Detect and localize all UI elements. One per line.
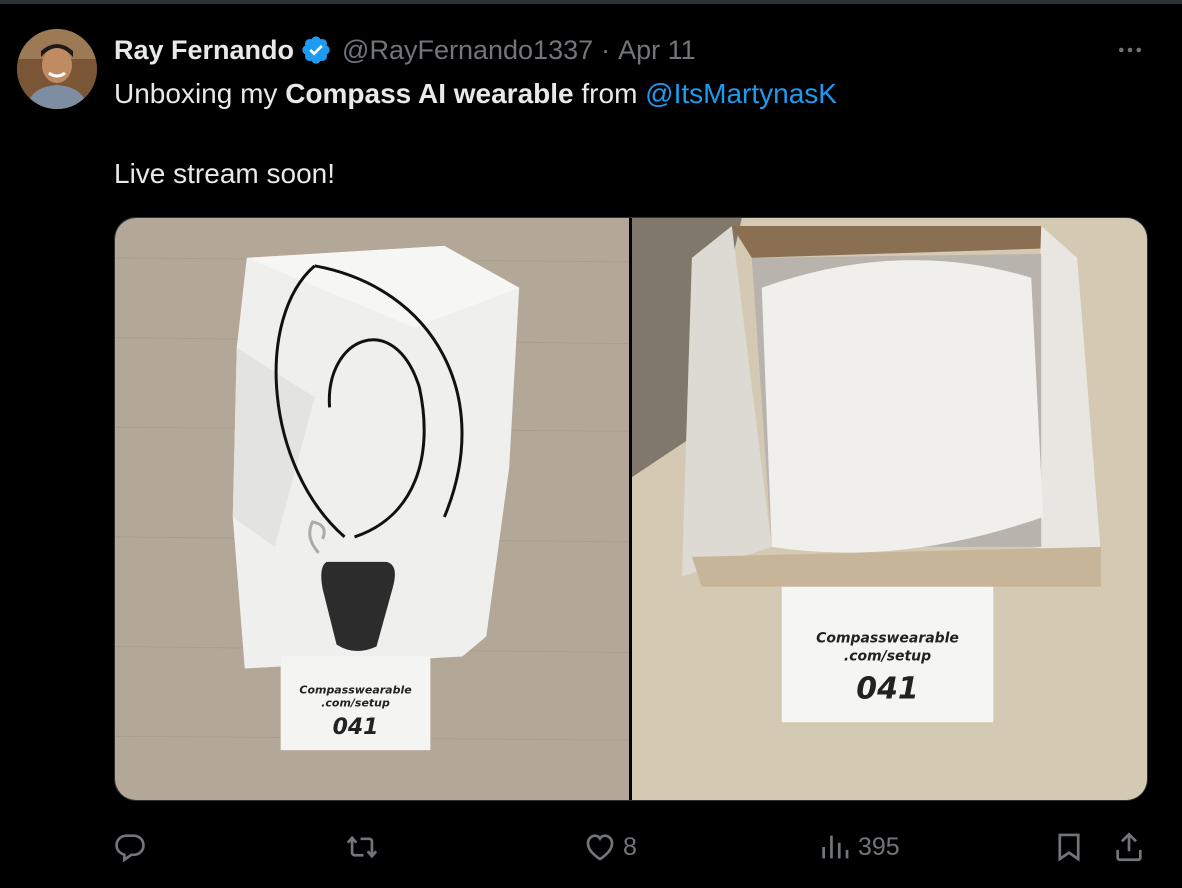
like-count: 8 <box>623 832 637 861</box>
card-line-2: .com/setup <box>844 648 931 664</box>
share-button[interactable] <box>1112 822 1146 872</box>
top-divider <box>0 0 1182 4</box>
avatar-image <box>17 29 97 109</box>
mention-link[interactable]: @ItsMartynasK <box>645 78 837 109</box>
retweet-icon <box>346 835 378 859</box>
media-photo-2[interactable]: Compasswearable .com/setup 041 <box>632 218 1147 800</box>
media-photo-1[interactable]: Compasswearable .com/setup 041 <box>115 218 629 800</box>
tweet-text-bold: Compass AI wearable <box>285 78 574 109</box>
action-bar: 8 395 <box>0 822 1182 872</box>
media-grid: Compasswearable .com/setup 041 Compasswe… <box>114 217 1148 801</box>
like-button[interactable]: 8 <box>583 822 637 872</box>
tweet-header: Ray Fernando @RayFernando1337 · Apr 11 <box>114 32 696 68</box>
reply-button[interactable] <box>113 822 147 872</box>
card-line-1: Compasswearable <box>816 631 959 647</box>
views-chart-icon <box>822 835 849 859</box>
card-line-2: .com/setup <box>321 696 390 709</box>
tweet-text-line2: Live stream soon! <box>114 158 335 189</box>
tweet-text-middle: from <box>573 78 646 109</box>
tweet-date[interactable]: Apr 11 <box>618 35 696 66</box>
tweet-text: Unboxing my Compass AI wearable from @It… <box>114 74 1144 114</box>
more-options-icon[interactable] <box>1112 32 1148 68</box>
verified-badge-icon[interactable] <box>300 34 332 66</box>
avatar[interactable] <box>17 29 97 109</box>
display-name[interactable]: Ray Fernando <box>114 35 294 66</box>
reply-icon <box>115 834 145 863</box>
card-number: 041 <box>856 671 918 706</box>
header-separator: · <box>601 34 611 65</box>
tweet-text-prefix: Unboxing my <box>114 78 286 109</box>
heart-icon <box>586 834 614 861</box>
author-handle[interactable]: @RayFernando1337 <box>342 35 593 66</box>
views-count: 395 <box>858 832 900 861</box>
card-line-1: Compasswearable <box>299 683 412 696</box>
share-icon <box>1116 832 1142 862</box>
retweet-button[interactable] <box>345 822 379 872</box>
card-number: 041 <box>333 715 379 740</box>
bookmark-icon <box>1058 833 1080 862</box>
views-button[interactable]: 395 <box>818 822 900 872</box>
bookmark-button[interactable] <box>1052 822 1086 872</box>
